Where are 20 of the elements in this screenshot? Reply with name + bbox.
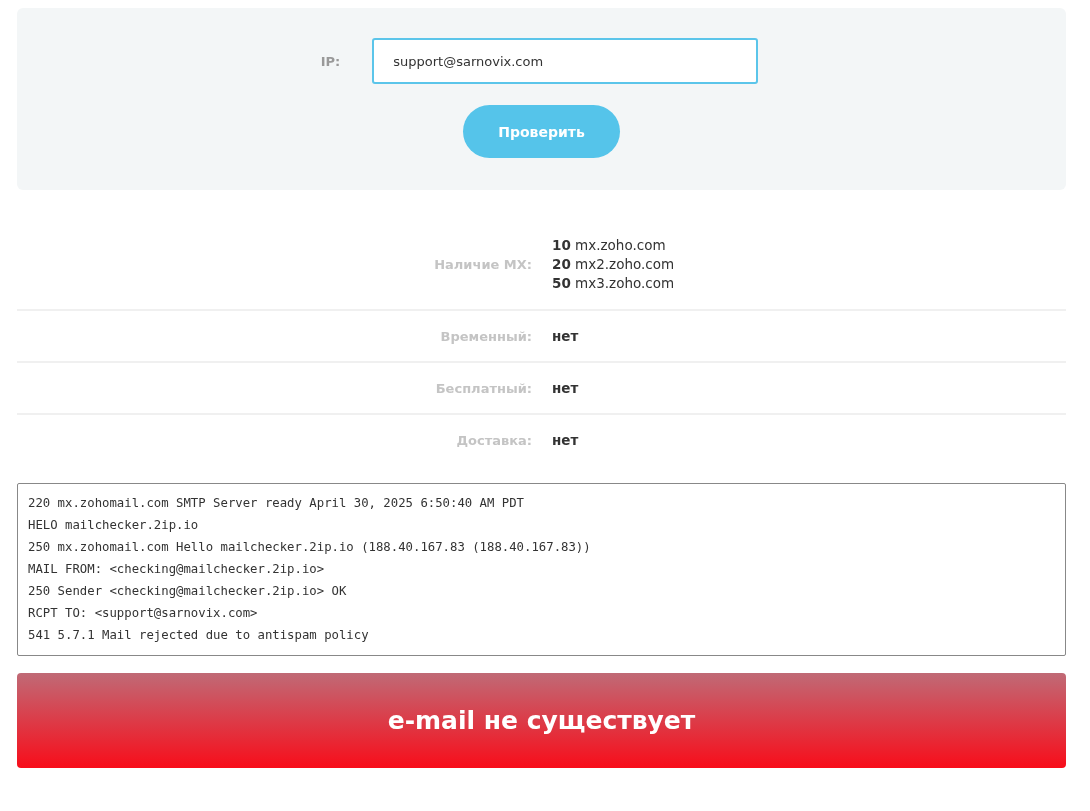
result-value: 50 mx3.zoho.com <box>552 275 676 291</box>
result-label: Бесплатный: <box>435 380 532 396</box>
log-line: 250 mx.zohomail.com Hello mailchecker.2ip.io (188.40.167.83 (188.40.167.83)) <box>28 539 592 556</box>
result-value: нет <box>552 432 580 448</box>
log-line: 220 mx.zohomail.com SMTP Server ready April 30, 2025 6:50:40 AM PDT <box>28 495 526 512</box>
log-line: RCPT TO: <support@sarnovix.com> <box>28 605 259 622</box>
log-line: HELO mailchecker.2ip.io <box>28 517 200 534</box>
result-label: Доставка: <box>456 432 532 448</box>
result-label: Наличие MX: <box>434 256 532 272</box>
email-input[interactable]: support@sarnovix.com <box>372 38 759 84</box>
log-line: 541 5.7.1 Mail rejected due to antispam policy <box>28 627 370 644</box>
log-line: MAIL FROM: <checking@mailchecker.2ip.io> <box>28 561 326 578</box>
verdict-banner: e-mail не существует <box>17 673 1066 768</box>
result-value: 20 mx2.zoho.com <box>552 256 676 272</box>
result-label: Временный: <box>440 328 532 344</box>
log-line: 250 Sender <checking@mailchecker.2ip.io> OK <box>28 583 348 600</box>
field-label: IP: <box>320 53 341 69</box>
result-value: нет <box>552 380 580 396</box>
result-value: нет <box>552 328 580 344</box>
result-value: 10 mx.zoho.com <box>552 237 667 253</box>
